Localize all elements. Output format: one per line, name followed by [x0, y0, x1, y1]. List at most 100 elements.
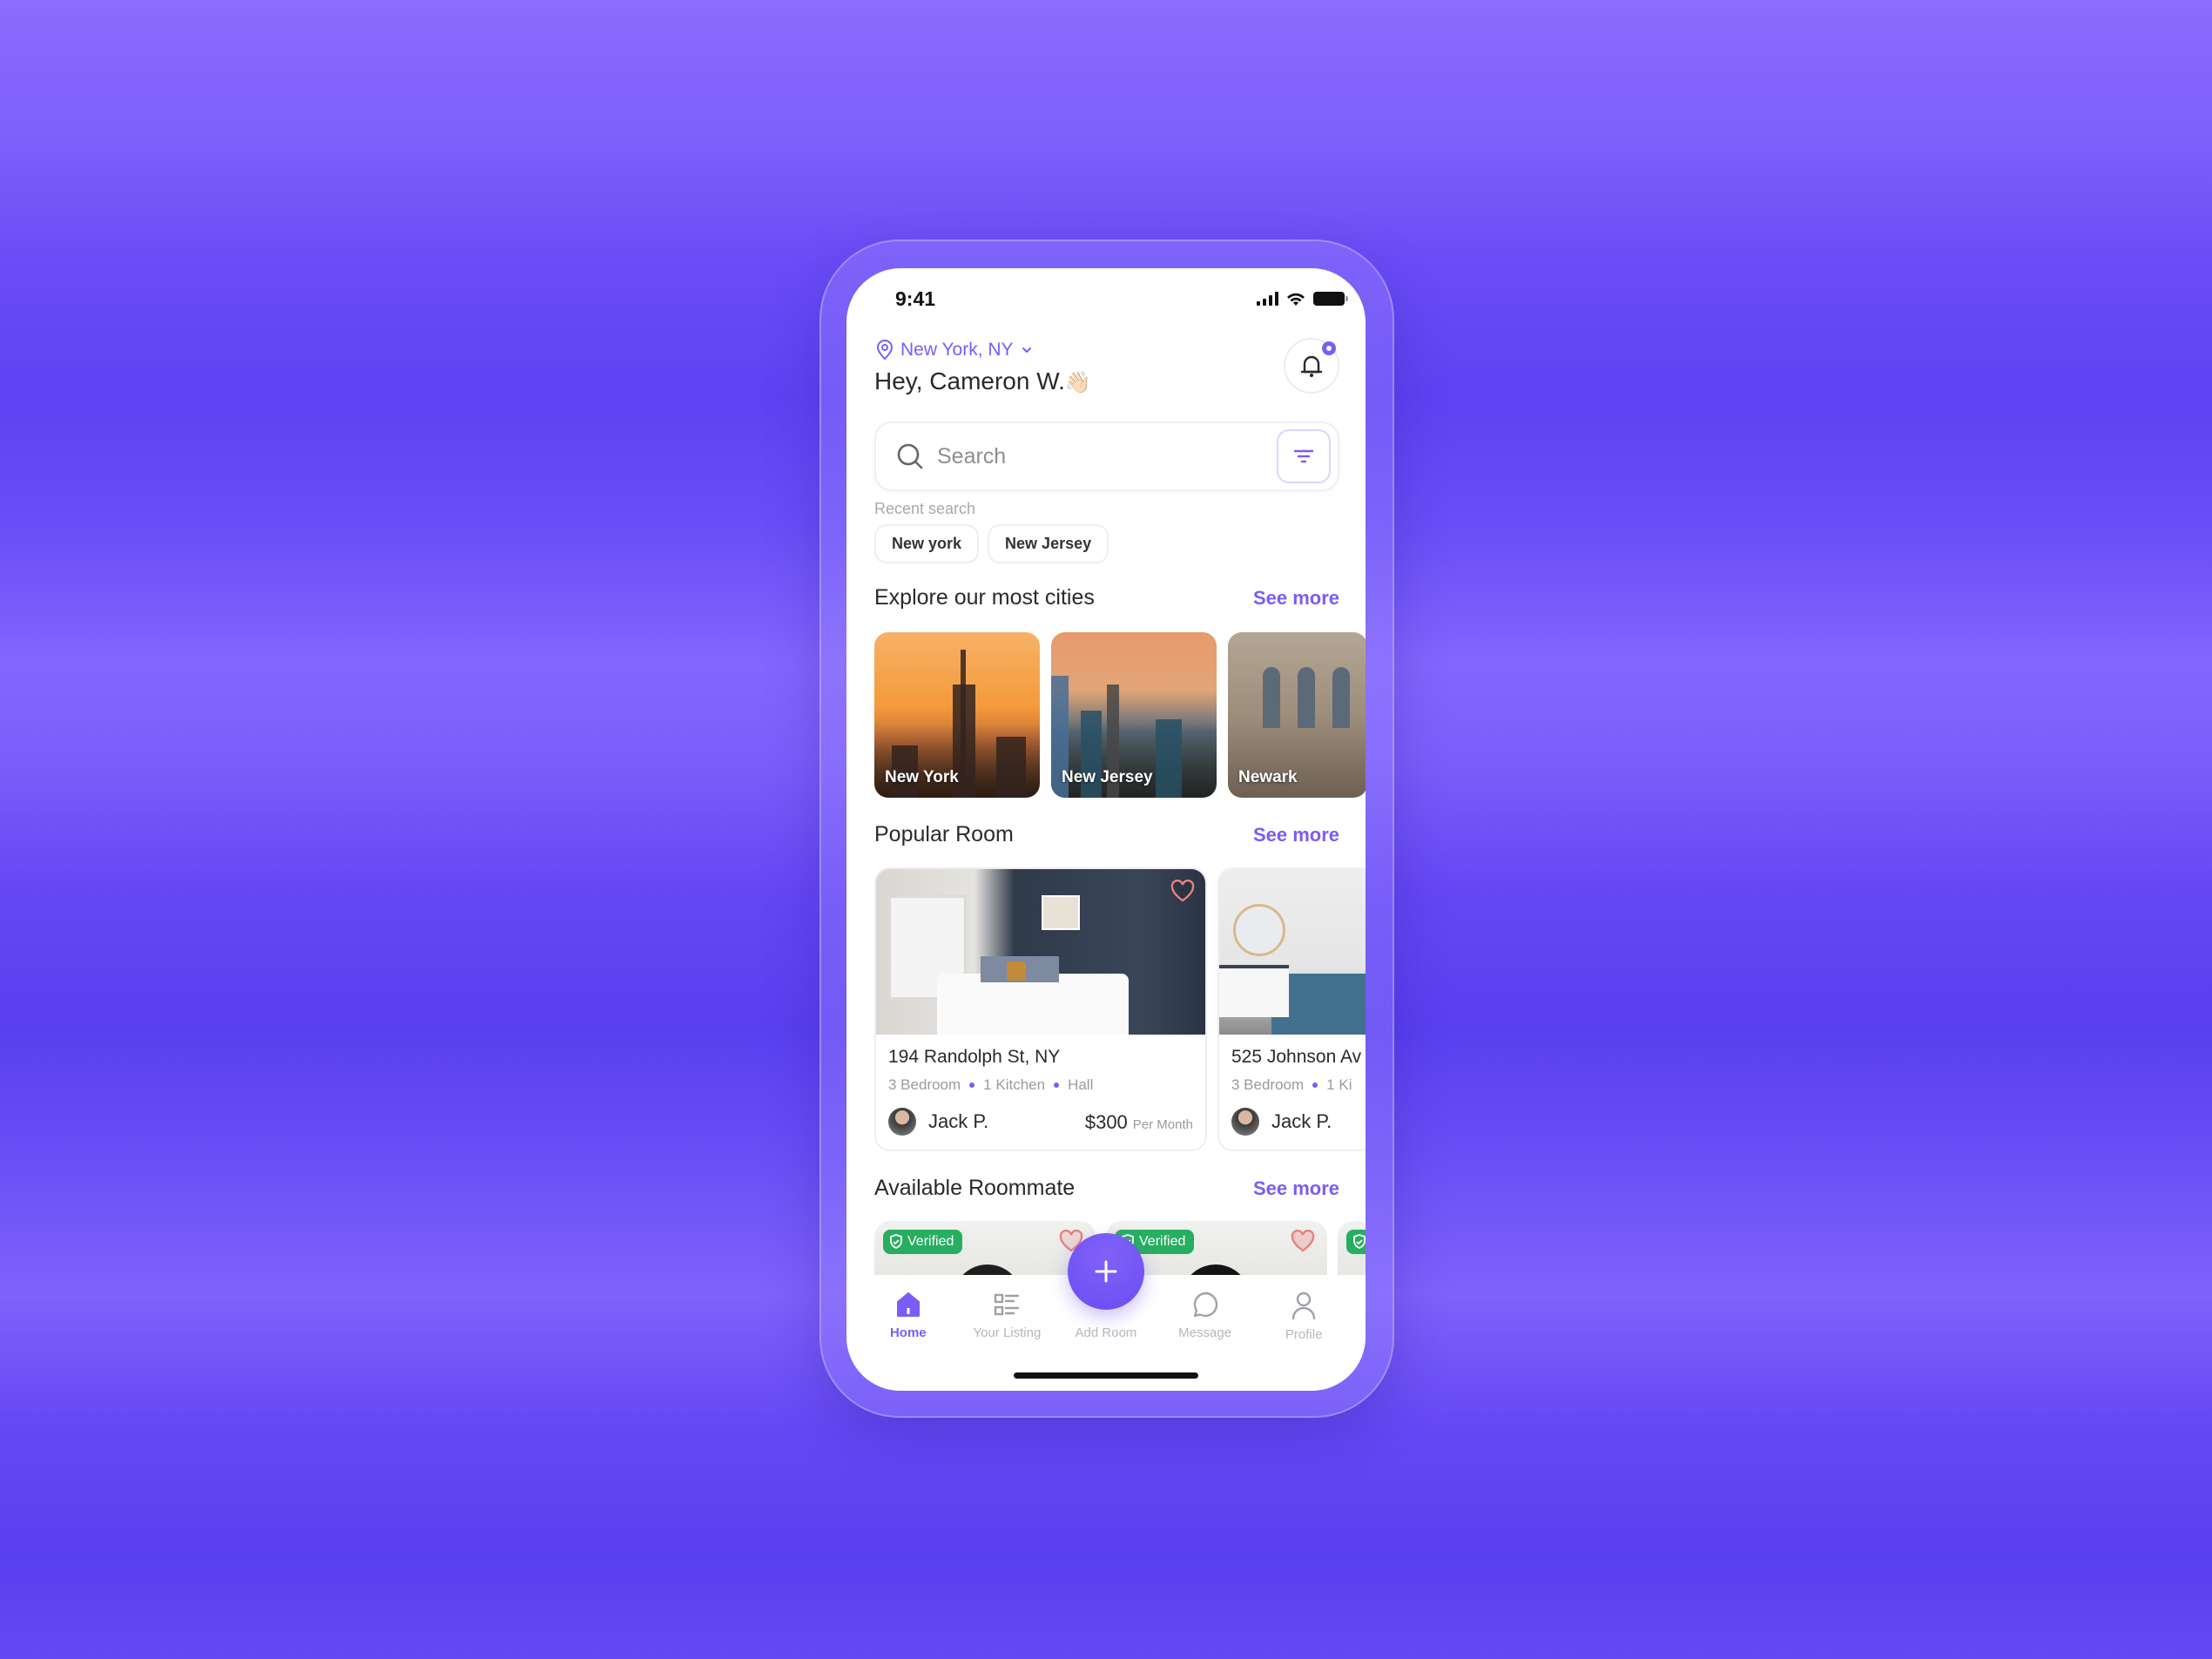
owner-name: Jack P. — [928, 1110, 989, 1132]
separator-dot — [1054, 1082, 1060, 1088]
battery-icon — [1313, 292, 1348, 306]
bell-icon — [1300, 355, 1323, 377]
status-icons — [1257, 291, 1348, 307]
filter-button[interactable] — [1277, 429, 1331, 483]
price-unit: Per Month — [1132, 1117, 1193, 1132]
room-card[interactable]: 525 Johnson Av 3 Bedroom 1 Ki Jack P. — [1217, 867, 1366, 1151]
verified-label: Verified — [907, 1234, 954, 1249]
verified-badge: Verified — [883, 1230, 963, 1254]
greeting-text: Hey, Cameron W. — [874, 368, 1065, 395]
location-label: New York, NY — [900, 340, 1014, 360]
nav-profile[interactable]: Profile — [1260, 1291, 1347, 1342]
room-owner: Jack P. — [1231, 1108, 1332, 1136]
avatar — [888, 1108, 916, 1136]
room-feature: Hall — [1068, 1076, 1094, 1093]
nav-home[interactable]: Home — [865, 1291, 952, 1342]
section-title: Popular Room — [874, 822, 1014, 846]
artwork-shape — [1042, 895, 1080, 930]
home-icon — [896, 1292, 920, 1317]
chevron-down-icon — [1022, 347, 1031, 354]
nav-your-listing[interactable]: Your Listing — [963, 1291, 1050, 1342]
bed-shape — [937, 974, 1129, 1035]
city-card-new-york[interactable]: New York — [874, 632, 1040, 798]
profile-icon — [1291, 1291, 1316, 1320]
see-more-roommates-link[interactable]: See more — [1253, 1177, 1339, 1200]
room-features: 3 Bedroom 1 Ki — [1231, 1076, 1352, 1094]
status-time: 9:41 — [895, 287, 936, 310]
window-shape — [1263, 667, 1280, 728]
home-indicator — [1014, 1372, 1198, 1379]
recent-chip[interactable]: New york — [874, 524, 980, 563]
window-shape — [1298, 667, 1315, 728]
room-feature: 3 Bedroom — [1231, 1076, 1305, 1093]
wave-emoji: 👋🏻 — [1064, 371, 1091, 395]
search-bar — [874, 421, 1339, 491]
verified-label: Verified — [1139, 1234, 1186, 1249]
recent-chip[interactable]: New Jersey — [988, 524, 1109, 563]
location-pin-icon — [876, 340, 894, 361]
window-shape — [1332, 667, 1350, 728]
cities-carousel: New York New Jersey Newark — [874, 632, 1366, 798]
city-card-newark[interactable]: Newark — [1228, 632, 1366, 798]
room-feature: 1 Kitchen — [983, 1076, 1046, 1093]
room-feature: 1 Ki — [1326, 1076, 1352, 1093]
rooms-section-header: Popular Room See more — [874, 822, 1339, 847]
search-input[interactable] — [937, 443, 1277, 469]
room-features: 3 Bedroom 1 Kitchen Hall — [888, 1076, 1093, 1094]
section-title: Explore our most cities — [874, 585, 1095, 610]
status-bar: 9:41 — [846, 268, 1366, 329]
room-photo — [876, 869, 1205, 1035]
room-photo — [1219, 869, 1366, 1035]
favorite-heart-icon[interactable] — [1170, 880, 1195, 902]
roommates-section-header: Available Roommate See more — [874, 1176, 1339, 1201]
room-price: $300 Per Month — [1085, 1111, 1193, 1134]
pillow-shape — [1007, 961, 1026, 981]
price-value: $300 — [1084, 1111, 1128, 1133]
building-shape — [961, 650, 966, 798]
room-address: 194 Randolph St, NY — [888, 1047, 1061, 1067]
section-title: Available Roommate — [874, 1176, 1076, 1200]
message-icon — [1193, 1291, 1217, 1318]
see-more-cities-link[interactable]: See more — [1253, 587, 1339, 610]
mirror-shape — [1233, 904, 1285, 956]
plus-icon — [1095, 1260, 1117, 1283]
nav-label: Add Room — [1075, 1325, 1137, 1340]
console-shape — [1219, 965, 1289, 1017]
search-icon — [897, 443, 923, 469]
see-more-rooms-link[interactable]: See more — [1253, 824, 1339, 846]
shield-check-icon — [890, 1234, 902, 1249]
notification-badge — [1322, 341, 1336, 355]
nav-message[interactable]: Message — [1162, 1291, 1249, 1342]
recent-search-label: Recent search — [874, 500, 976, 517]
room-feature: 3 Bedroom — [888, 1076, 961, 1093]
recent-search-chips: New york New Jersey — [874, 524, 1109, 563]
building-shape — [1156, 719, 1182, 798]
separator-dot — [969, 1082, 975, 1088]
cities-section-header: Explore our most cities See more — [874, 585, 1339, 610]
nav-label: Profile — [1285, 1327, 1323, 1342]
favorite-heart-icon[interactable] — [1291, 1230, 1315, 1252]
location-selector[interactable]: New York, NY — [876, 340, 1033, 361]
room-card[interactable]: 194 Randolph St, NY 3 Bedroom 1 Kitchen … — [874, 867, 1207, 1151]
city-card-new-jersey[interactable]: New Jersey — [1051, 632, 1217, 798]
separator-dot — [1312, 1082, 1318, 1088]
city-label: New Jersey — [1062, 768, 1153, 786]
avatar — [1231, 1108, 1259, 1136]
notifications-button[interactable] — [1284, 338, 1339, 394]
listing-icon — [995, 1293, 1020, 1316]
cellular-signal-icon — [1257, 292, 1278, 306]
building-shape — [996, 737, 1026, 798]
filter-icon — [1293, 449, 1314, 463]
nav-label: Message — [1178, 1325, 1232, 1340]
add-room-button[interactable] — [1068, 1233, 1144, 1310]
room-address: 525 Johnson Av — [1231, 1047, 1362, 1067]
verified-badge — [1346, 1230, 1366, 1254]
room-owner: Jack P. — [888, 1108, 988, 1136]
wifi-icon — [1287, 293, 1305, 306]
nav-label: Your Listing — [973, 1325, 1042, 1340]
owner-name: Jack P. — [1271, 1110, 1332, 1132]
city-label: Newark — [1238, 768, 1298, 786]
greeting: Hey, Cameron W.👋🏻 — [874, 368, 1091, 395]
phone-screen: 9:41 New York, NY Hey, Cameron W.👋🏻 Sear… — [846, 268, 1366, 1391]
city-label: New York — [885, 768, 959, 786]
